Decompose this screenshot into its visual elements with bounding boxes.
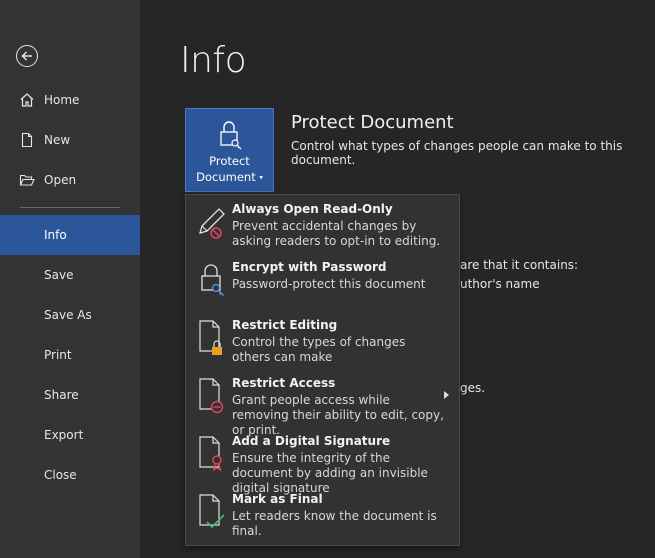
menu-item-description: Prevent accidental changes by asking rea… [232, 219, 441, 248]
nav-close-label: Close [44, 468, 77, 482]
nav-home[interactable]: Home [0, 80, 140, 120]
menu-item-description: Control the types of changes others can … [232, 335, 406, 364]
caret-down-icon: ▾ [259, 173, 263, 182]
inspect-text-fragment: are that it contains: [460, 258, 579, 272]
menu-item-description: Password-protect this document [232, 277, 426, 291]
document-ribbon-icon [199, 436, 222, 472]
menu-item-title: Restrict Editing [232, 318, 338, 332]
document-check-icon [199, 494, 225, 529]
versions-text-fragment: ges. [460, 381, 486, 395]
menu-item-restrict-editing[interactable]: Restrict Editing Control the types of ch… [186, 311, 459, 369]
nav-divider [20, 207, 120, 208]
protect-button-label-1: Protect [209, 154, 250, 168]
open-folder-icon [19, 172, 35, 188]
nav-info[interactable]: Info [0, 215, 140, 255]
pencil-no-icon [199, 208, 225, 239]
nav-print-label: Print [44, 348, 72, 362]
nav-save-label: Save [44, 268, 74, 282]
protect-document-button[interactable]: Protect Document ▾ [185, 108, 274, 192]
menu-item-title: Mark as Final [232, 492, 323, 506]
nav-export-label: Export [44, 428, 84, 442]
back-arrow-icon[interactable] [16, 45, 38, 67]
inspect-text-fragment: uthor's name [460, 277, 540, 291]
nav-open-label: Open [44, 173, 77, 187]
menu-item-title: Add a Digital Signature [232, 434, 391, 448]
protect-button-label-2: Document ▾ [196, 170, 263, 184]
lock-key-icon [220, 121, 242, 150]
menu-item-always-open-read-only[interactable]: Always Open Read-Only Prevent accidental… [186, 195, 459, 253]
protect-section-description: Control what types of changes people can… [291, 139, 623, 167]
backstage-sidebar: Home New Open Info Save Save As Print Sh… [0, 0, 140, 558]
menu-item-description: Let readers know the document is final. [232, 509, 437, 538]
submenu-arrow-icon [444, 391, 449, 399]
menu-item-add-digital-signature[interactable]: Add a Digital Signature Ensure the integ… [186, 427, 459, 495]
nav-export[interactable]: Export [0, 415, 140, 455]
nav-new-label: New [44, 133, 71, 147]
nav-home-label: Home [44, 93, 80, 107]
nav-new[interactable]: New [0, 120, 140, 160]
protect-document-menu: Always Open Read-Only Prevent accidental… [185, 194, 460, 546]
nav-save-as-label: Save As [44, 308, 92, 322]
nav-print[interactable]: Print [0, 335, 140, 375]
page-title: Info [180, 40, 247, 81]
nav-info-label: Info [44, 228, 67, 242]
nav-share-label: Share [44, 388, 79, 402]
menu-item-restrict-access[interactable]: Restrict Access Grant people access whil… [186, 369, 459, 437]
menu-item-title: Always Open Read-Only [232, 202, 393, 216]
document-restrict-icon [199, 378, 224, 414]
menu-item-title: Restrict Access [232, 376, 336, 390]
lock-key-icon [201, 264, 224, 296]
home-icon [19, 92, 35, 108]
protect-section-title: Protect Document [291, 112, 454, 133]
nav-share[interactable]: Share [0, 375, 140, 415]
menu-item-title: Encrypt with Password [232, 260, 387, 274]
menu-item-encrypt-with-password[interactable]: Encrypt with Password Password-protect t… [186, 253, 459, 311]
nav-save-as[interactable]: Save As [0, 295, 140, 335]
menu-item-mark-as-final[interactable]: Mark as Final Let readers know the docum… [186, 485, 459, 543]
document-lock-icon [199, 320, 222, 355]
nav-save[interactable]: Save [0, 255, 140, 295]
nav-open[interactable]: Open [0, 160, 140, 200]
new-document-icon [19, 132, 35, 148]
nav-close[interactable]: Close [0, 455, 140, 495]
